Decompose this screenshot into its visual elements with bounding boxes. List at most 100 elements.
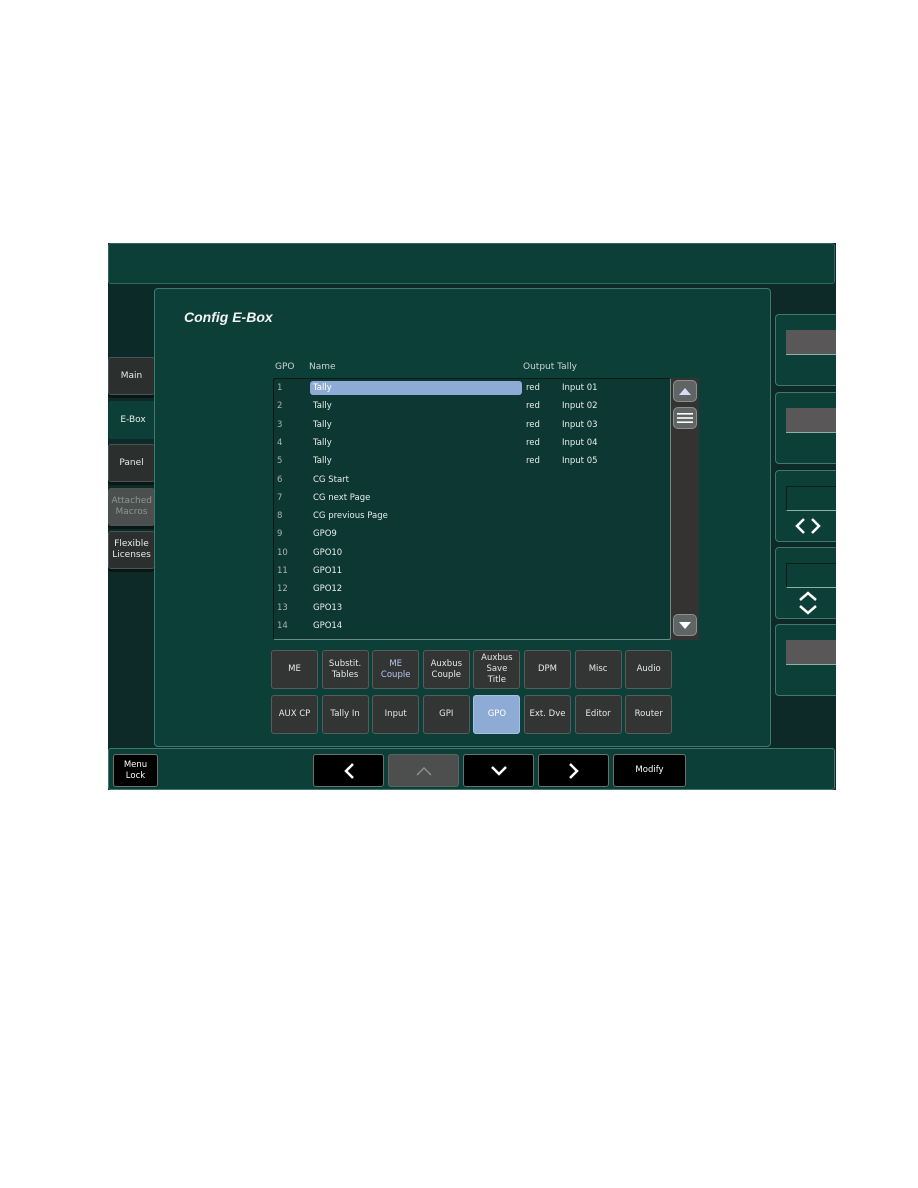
scroll-thumb[interactable] (673, 407, 697, 429)
right-control-panel[interactable] (775, 314, 836, 386)
tab-label: Main (120, 370, 143, 381)
table-row[interactable]: 11 GPO11 (274, 563, 670, 581)
tab-panel[interactable]: Panel (108, 444, 155, 482)
table-row[interactable]: 1 Tally red Input 01 (274, 380, 670, 398)
table-row[interactable]: 2 Tally red Input 02 (274, 398, 670, 416)
scroll-down-button[interactable] (673, 614, 697, 636)
category-button-ext-dve[interactable]: Ext. Dve (524, 695, 571, 734)
nav-up-button[interactable] (388, 754, 459, 787)
gpo-number: 10 (277, 547, 288, 558)
gpo-list[interactable]: 1 Tally red Input 01 2 Tally red Input 02 3 Tally… (273, 378, 671, 640)
tab-e-box[interactable]: E-Box (108, 401, 158, 439)
category-button-gpi[interactable]: GPI (422, 695, 470, 734)
category-button-misc[interactable]: Misc (574, 650, 622, 689)
gpo-number: 5 (277, 456, 283, 467)
value-field (786, 486, 836, 511)
table-row[interactable]: 13 GPO13 (274, 600, 670, 618)
gpo-number: 11 (277, 566, 288, 576)
nav-down-button[interactable] (463, 754, 534, 787)
button-label: Ext. Dve (529, 709, 566, 719)
menu-lock-label: Menu Lock (123, 759, 148, 781)
category-button-tally-in[interactable]: Tally In (321, 695, 369, 734)
chevron-left-icon (343, 762, 354, 779)
menu-lock-button[interactable]: Menu Lock (113, 754, 158, 787)
triangle-down-icon (679, 622, 691, 629)
table-row[interactable]: 14 GPO14 (274, 618, 670, 636)
button-label: Audio (636, 664, 661, 674)
scrollbar[interactable] (671, 378, 699, 640)
tab-attached-macros[interactable]: Attached Macros (108, 488, 155, 526)
category-button-auxbus-save-title[interactable]: Auxbus Save Title (473, 650, 521, 689)
table-row[interactable]: 6 CG Start (274, 472, 670, 490)
button-label: ME Couple (380, 658, 411, 680)
gpo-name: GPO9 (313, 529, 337, 540)
output-tally: Input 05 (562, 456, 598, 467)
config-screen: Main E-Box Panel Attached Macros Flexibl… (108, 243, 836, 790)
output-tally: Input 02 (562, 401, 598, 412)
button-label: Misc (588, 664, 608, 674)
left-right-arrows-icon (790, 515, 826, 537)
button-label: GPI (439, 709, 454, 719)
category-button-me[interactable]: ME (271, 650, 318, 689)
gpo-name: GPO14 (313, 620, 343, 631)
main-panel: Config E-Box GPO Name Output Tally 1 Tall… (154, 288, 771, 747)
scroll-up-button[interactable] (673, 380, 697, 402)
gpo-name: CG next Page (313, 492, 371, 503)
table-row[interactable]: 8 CG previous Page (274, 508, 670, 526)
tab-main[interactable]: Main (108, 357, 155, 395)
tally-color: red (526, 383, 540, 393)
gpo-name: Tally (313, 419, 332, 430)
nav-right-button[interactable] (538, 754, 609, 787)
button-label: DPM (537, 664, 557, 674)
gpo-name: GPO12 (313, 584, 343, 595)
table-row[interactable]: 7 CG next Page (274, 490, 670, 508)
menu-lines-icon (677, 413, 693, 423)
tab-label: Attached Macros (111, 496, 152, 517)
output-tally: Input 04 (562, 437, 598, 448)
button-label: ME (288, 664, 301, 674)
tab-label: Panel (119, 457, 144, 468)
table-row[interactable]: 10 GPO10 (274, 545, 670, 563)
category-button-input[interactable]: Input (372, 695, 420, 734)
gpo-number: 1 (277, 383, 283, 393)
nav-left-button[interactable] (313, 754, 384, 787)
button-label: Substit. Tables (328, 658, 362, 680)
modify-label: Modify (635, 765, 664, 775)
button-label: AUX CP (278, 709, 311, 719)
button-label: Tally In (330, 709, 360, 719)
gpo-name: Tally (310, 381, 522, 395)
category-button-auxbus-couple[interactable]: Auxbus Couple (422, 650, 470, 689)
right-control-panel[interactable] (775, 624, 836, 696)
category-button-audio[interactable]: Audio (625, 650, 673, 689)
modify-button[interactable]: Modify (613, 754, 686, 787)
category-button-dpm[interactable]: DPM (524, 650, 571, 689)
category-button-gpo[interactable]: GPO (473, 695, 521, 734)
right-control-panel[interactable] (775, 547, 836, 619)
button-label: Auxbus Save Title (481, 653, 513, 685)
category-button-router[interactable]: Router (625, 695, 673, 734)
category-button-me-couple[interactable]: ME Couple (372, 650, 420, 689)
table-row[interactable]: 9 GPO9 (274, 526, 670, 544)
category-button-editor[interactable]: Editor (574, 695, 622, 734)
gpo-name: GPO13 (313, 602, 343, 613)
column-header-name: Name (309, 362, 336, 372)
gpo-number: 8 (277, 511, 283, 522)
table-row[interactable]: 12 GPO12 (274, 581, 670, 599)
gpo-name: CG previous Page (313, 511, 388, 522)
gpo-name: GPO11 (313, 566, 343, 576)
page-title: Config E-Box (184, 309, 273, 325)
gpo-number: 7 (277, 492, 283, 503)
gpo-number: 13 (277, 602, 288, 613)
tab-flexible-licenses[interactable]: Flexible Licenses (108, 531, 155, 569)
category-button-aux-cp[interactable]: AUX CP (271, 695, 318, 734)
gpo-number: 3 (277, 419, 283, 430)
top-bar (108, 243, 835, 284)
table-row[interactable]: 5 Tally red Input 05 (274, 453, 670, 471)
table-row[interactable]: 3 Tally red Input 03 (274, 417, 670, 435)
category-button-substit-tables[interactable]: Substit. Tables (321, 650, 369, 689)
right-control-panel[interactable] (775, 470, 836, 542)
up-down-arrows-icon (790, 591, 826, 615)
gpo-name: Tally (313, 456, 332, 467)
right-control-panel[interactable] (775, 392, 836, 464)
table-row[interactable]: 4 Tally red Input 04 (274, 435, 670, 453)
